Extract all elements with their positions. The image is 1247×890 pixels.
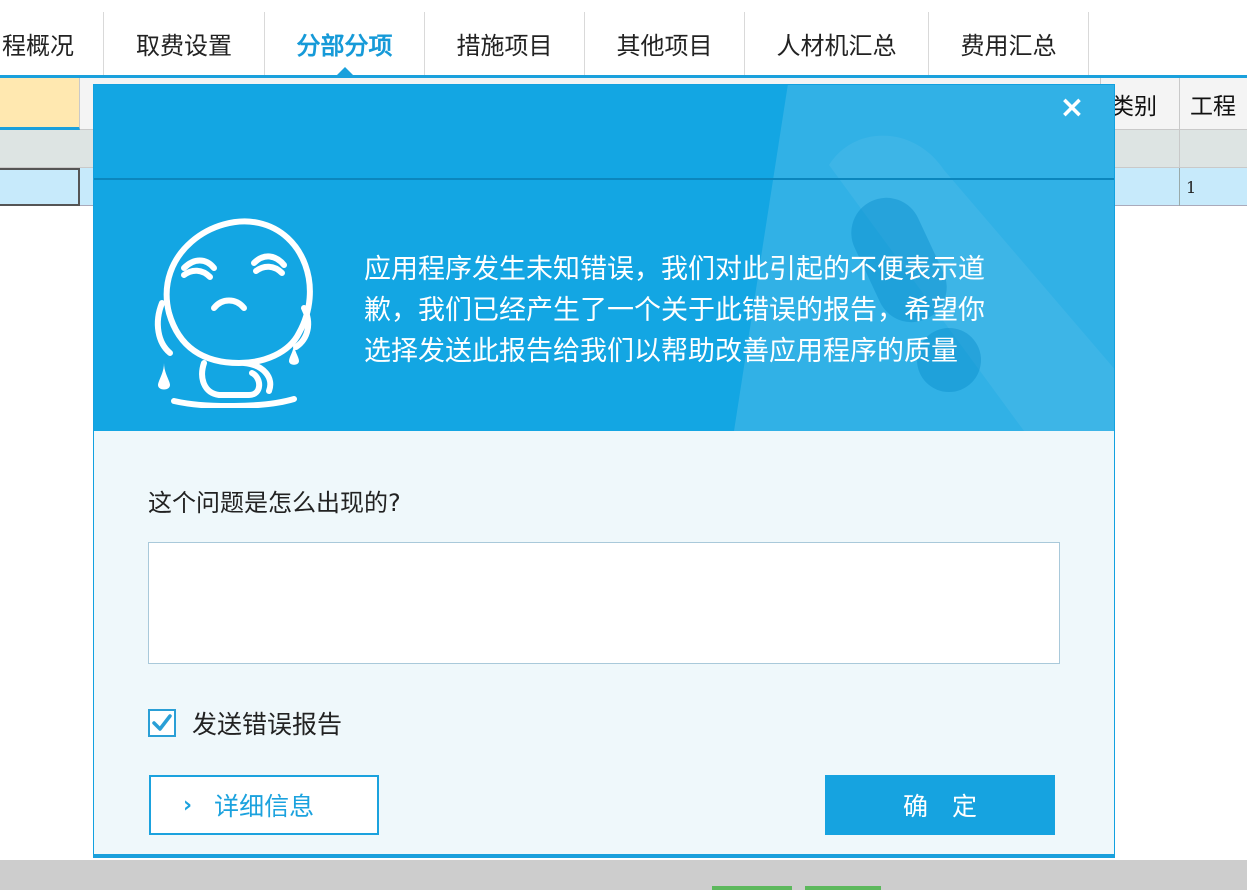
chevron-right-icon: › [183, 792, 193, 818]
crying-mascot-icon [154, 218, 313, 408]
tab-bar: 程概况 取费设置 分部分项 措施项目 其他项目 人材机汇总 费用汇总 [0, 0, 1247, 78]
tab-other-items[interactable]: 其他项目 [585, 12, 745, 75]
tab-label: 取费设置 [136, 32, 232, 60]
grid-header-selected-cell[interactable] [0, 78, 80, 130]
current-cell[interactable] [0, 168, 80, 206]
tab-label: 人材机汇总 [776, 32, 897, 60]
ok-button[interactable]: 确定 [825, 775, 1055, 835]
question-label: 这个问题是怎么出现的? [148, 489, 401, 517]
grid-header-label: 工程 [1190, 94, 1236, 120]
close-icon[interactable]: × [1056, 90, 1088, 125]
active-tab-caret-icon [336, 67, 353, 75]
tab-labor-material-summary[interactable]: 人材机汇总 [745, 12, 929, 75]
send-report-row[interactable]: 发送错误报告 [148, 707, 342, 739]
problem-description-input[interactable] [148, 542, 1060, 664]
tab-measures[interactable]: 措施项目 [425, 12, 585, 75]
tab-label: 措施项目 [456, 32, 553, 60]
send-report-label: 发送错误报告 [192, 710, 343, 739]
error-message: 应用程序发生未知错误，我们对此引起的不便表示道 歉，我们已经产生了一个关于此错误… [364, 249, 1084, 372]
error-report-dialog: × 应用程序发生未知错误，我们对此引起的不便表示道 歉，我们已经产生了一个关于此… [93, 84, 1115, 858]
error-message-line: 歉，我们已经产生了一个关于此错误的报告，希望你 [364, 295, 985, 326]
tab-sub-items[interactable]: 分部分项 [265, 12, 425, 75]
tab-project-overview[interactable]: 程概况 [0, 12, 104, 75]
checkmark-icon [152, 714, 172, 731]
tab-label: 程概况 [2, 32, 74, 60]
grid-divider [1179, 130, 1180, 168]
status-bar [0, 860, 1247, 890]
send-report-checkbox[interactable] [148, 709, 176, 737]
grid-cell-value[interactable]: 1 [1179, 168, 1196, 206]
tab-label: 费用汇总 [960, 32, 1057, 60]
status-indicator [712, 886, 792, 890]
tab-label: 其他项目 [616, 32, 713, 60]
details-button[interactable]: › 详细信息 [149, 775, 379, 835]
status-indicator [805, 886, 881, 890]
dialog-banner: × 应用程序发生未知错误，我们对此引起的不便表示道 歉，我们已经产生了一个关于此… [94, 85, 1114, 431]
banner-divider [94, 178, 1114, 180]
tab-fee-settings[interactable]: 取费设置 [104, 12, 265, 75]
tab-cost-summary[interactable]: 费用汇总 [929, 12, 1089, 75]
error-message-line: 选择发送此报告给我们以帮助改善应用程序的质量 [364, 336, 958, 367]
tab-label: 分部分项 [296, 32, 393, 60]
error-message-line: 应用程序发生未知错误，我们对此引起的不便表示道 [364, 254, 985, 285]
grid-header-label: 类别 [1111, 94, 1157, 120]
grid-header-project[interactable]: 工程 [1179, 78, 1247, 130]
details-button-label: 详细信息 [214, 792, 315, 821]
